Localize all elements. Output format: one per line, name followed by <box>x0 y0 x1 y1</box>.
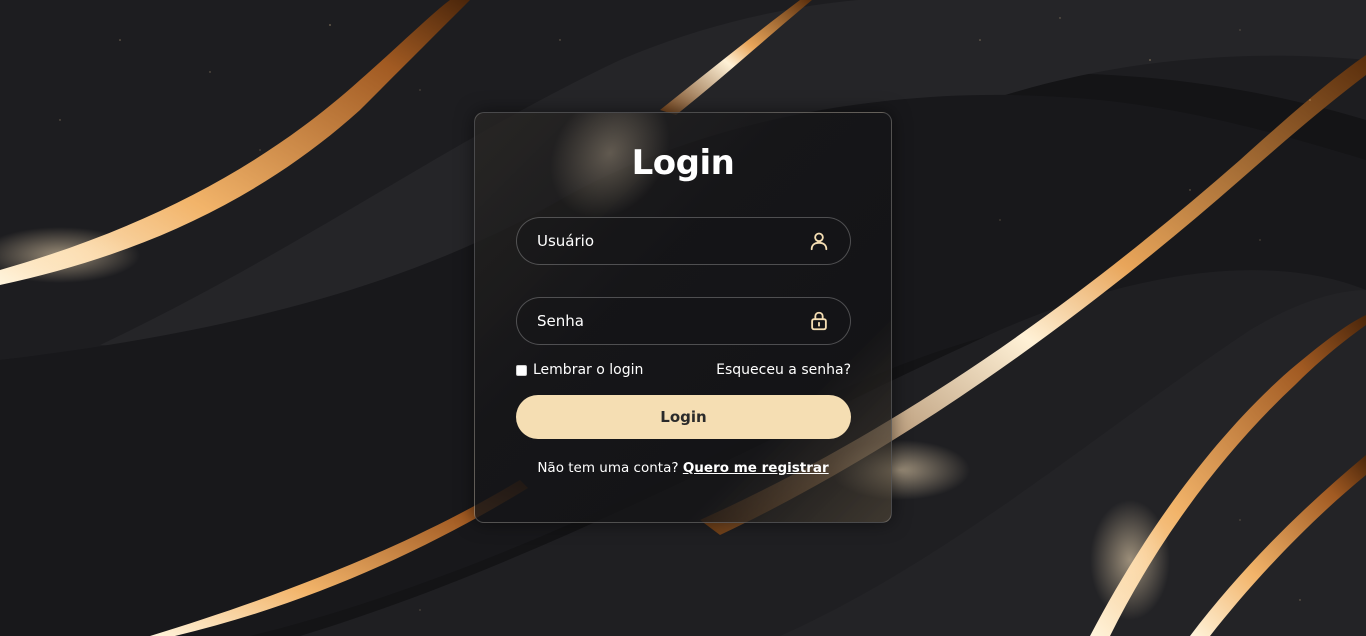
remember-login[interactable]: Lembrar o login <box>516 362 643 378</box>
username-field[interactable] <box>516 217 851 265</box>
lock-icon <box>811 311 827 331</box>
login-button[interactable]: Login <box>516 395 851 439</box>
user-icon <box>810 232 828 251</box>
password-field[interactable] <box>516 297 851 345</box>
login-page: Login Lembrar o login Esqueceu a senha? … <box>0 0 1366 636</box>
remember-label: Lembrar o login <box>533 362 644 378</box>
password-input[interactable] <box>537 298 797 343</box>
remember-checkbox[interactable] <box>516 364 527 376</box>
username-input[interactable] <box>537 218 797 263</box>
forgot-password-link[interactable]: Esqueceu a senha? <box>716 362 851 378</box>
login-title: Login <box>631 143 735 183</box>
register-link[interactable]: Quero me registrar <box>683 460 829 476</box>
register-prompt-text: Não tem uma conta? <box>537 460 679 476</box>
register-prompt: Não tem uma conta? Quero me registrar <box>475 460 891 476</box>
login-card: Login Lembrar o login Esqueceu a senha? … <box>474 112 892 523</box>
